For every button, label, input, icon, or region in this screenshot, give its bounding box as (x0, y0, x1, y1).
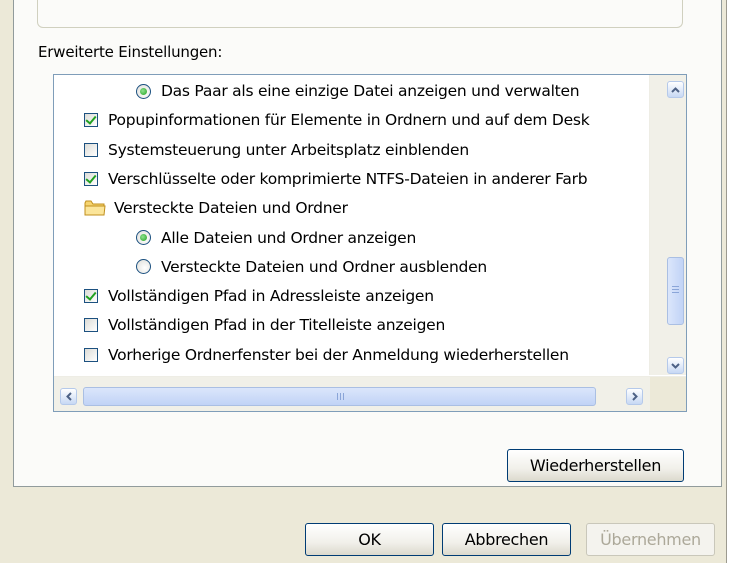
folder-views-group (37, 0, 683, 28)
checkbox[interactable] (84, 171, 98, 186)
ok-button[interactable]: OK (305, 523, 434, 556)
dialog: Erweiterte Einstellungen: Das Paar als e… (0, 0, 727, 563)
horizontal-scrollbar[interactable] (54, 376, 686, 411)
scroll-down-button[interactable] (667, 357, 684, 374)
settings-row[interactable]: Das Paar als eine einzige Datei anzeigen… (136, 77, 650, 105)
settings-row[interactable]: Systemsteuerung unter Arbeitsplatz einbl… (84, 136, 650, 164)
checkbox[interactable] (84, 289, 98, 304)
settings-row[interactable]: Verschlüsselte oder komprimierte NTFS-Da… (84, 165, 650, 193)
settings-row[interactable]: Vorherige Ordnerfenster bei der Anmeldun… (84, 341, 650, 369)
chevron-left-icon (65, 392, 72, 401)
scroll-right-button[interactable] (626, 388, 643, 405)
settings-tree: Das Paar als eine einzige Datei anzeigen… (54, 75, 650, 375)
radio-button[interactable] (136, 230, 151, 245)
scrollbar-corner (650, 377, 686, 411)
settings-row[interactable]: Popupinformationen für Elemente in Ordne… (84, 106, 650, 134)
advanced-settings-label: Erweiterte Einstellungen: (38, 43, 223, 61)
horizontal-scroll-thumb[interactable] (83, 387, 596, 406)
chevron-up-icon (671, 86, 680, 93)
scroll-up-button[interactable] (667, 81, 684, 98)
apply-button[interactable]: Übernehmen (586, 523, 715, 556)
vertical-scroll-thumb[interactable] (667, 257, 684, 325)
setting-label: Versteckte Dateien und Ordner (114, 199, 348, 218)
checkbox[interactable] (84, 318, 98, 333)
setting-label: Popupinformationen für Elemente in Ordne… (108, 111, 590, 130)
setting-label: Vorherige Ordnerfenster bei der Anmeldun… (108, 345, 569, 364)
folder-icon (84, 200, 106, 216)
vertical-scrollbar[interactable] (649, 75, 686, 375)
settings-row[interactable]: Versteckte Dateien und Ordner ausblenden (136, 253, 650, 281)
checkbox[interactable] (84, 142, 98, 157)
restore-defaults-button[interactable]: Wiederherstellen (507, 449, 684, 482)
checkbox[interactable] (84, 347, 98, 362)
setting-label: Verschlüsselte oder komprimierte NTFS-Da… (108, 169, 588, 188)
setting-label: Alle Dateien und Ordner anzeigen (161, 228, 417, 247)
settings-row[interactable]: Vollständigen Pfad in der Titelleiste an… (84, 311, 650, 339)
setting-label: Versteckte Dateien und Ordner ausblenden (161, 257, 487, 276)
setting-label: Vollständigen Pfad in Adressleiste anzei… (108, 287, 434, 306)
chevron-right-icon (631, 392, 638, 401)
checkbox[interactable] (84, 113, 98, 128)
settings-row[interactable]: Alle Dateien und Ordner anzeigen (136, 224, 650, 252)
cancel-button[interactable]: Abbrechen (442, 523, 571, 556)
settings-row[interactable]: Vollständigen Pfad in Adressleiste anzei… (84, 282, 650, 310)
advanced-settings-list[interactable]: Das Paar als eine einzige Datei anzeigen… (53, 74, 687, 412)
chevron-down-icon (671, 362, 680, 369)
settings-row[interactable]: Versteckte Dateien und Ordner (84, 194, 650, 222)
setting-label: Vollständigen Pfad in der Titelleiste an… (108, 316, 446, 335)
radio-button[interactable] (136, 83, 151, 99)
scroll-left-button[interactable] (60, 388, 77, 405)
setting-label: Das Paar als eine einzige Datei anzeigen… (161, 82, 580, 100)
radio-button[interactable] (136, 259, 151, 275)
setting-label: Systemsteuerung unter Arbeitsplatz einbl… (108, 140, 469, 159)
